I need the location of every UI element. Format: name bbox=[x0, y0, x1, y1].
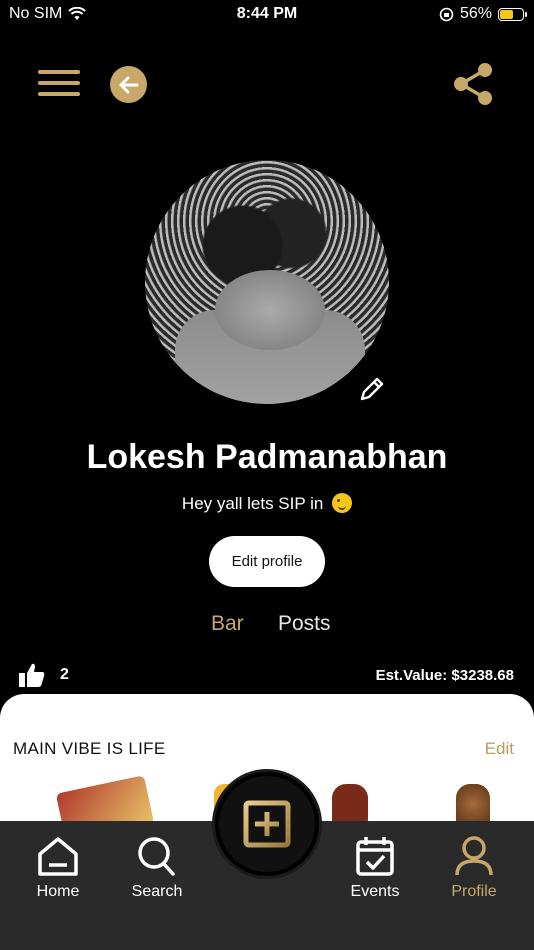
profile-name: Lokesh Padmanabhan bbox=[86, 438, 448, 476]
edit-avatar-pencil-icon[interactable] bbox=[358, 375, 386, 403]
search-icon bbox=[138, 837, 175, 876]
estimated-value: Est.Value: $3238.68 bbox=[375, 667, 514, 684]
menu-button[interactable] bbox=[38, 70, 80, 98]
status-right: 56% bbox=[439, 5, 527, 23]
orientation-lock-icon bbox=[439, 7, 454, 21]
nav-search-label: Search bbox=[131, 883, 183, 900]
battery-icon bbox=[498, 7, 527, 21]
tab-bar[interactable]: Bar bbox=[211, 612, 244, 636]
nav-search[interactable]: Search bbox=[112, 835, 202, 901]
bottle-item[interactable] bbox=[456, 784, 490, 824]
thumbs-up-icon bbox=[19, 663, 45, 687]
collection-edit-link[interactable]: Edit bbox=[485, 739, 514, 759]
arrow-left-icon bbox=[119, 76, 138, 93]
profile-bio-row: Hey yall lets SIP in bbox=[0, 493, 534, 514]
nav-profile-label: Profile bbox=[451, 883, 497, 900]
profile-avatar bbox=[145, 160, 389, 404]
home-icon bbox=[38, 837, 78, 876]
nav-home-label: Home bbox=[36, 883, 80, 900]
nav-events-label: Events bbox=[350, 883, 400, 900]
tab-posts[interactable]: Posts bbox=[278, 612, 331, 636]
nav-profile[interactable]: Profile bbox=[429, 835, 519, 901]
back-button[interactable] bbox=[110, 66, 147, 103]
profile-bio: Hey yall lets SIP in bbox=[181, 494, 324, 513]
plus-square-icon bbox=[243, 800, 291, 848]
likes-count: 2 bbox=[60, 666, 69, 683]
collection-title: MAIN VIBE IS LIFE bbox=[13, 739, 166, 758]
status-bar: No SIM 8:44 PM 56% bbox=[0, 0, 534, 30]
calendar-check-icon bbox=[356, 837, 394, 876]
nav-home[interactable]: Home bbox=[13, 835, 103, 901]
share-button[interactable] bbox=[452, 62, 494, 106]
winking-face-emoji-icon bbox=[332, 493, 353, 513]
add-button[interactable] bbox=[215, 772, 319, 876]
edit-profile-button[interactable]: Edit profile bbox=[209, 536, 325, 587]
battery-percent: 56% bbox=[459, 5, 492, 22]
nav-events[interactable]: Events bbox=[330, 835, 420, 901]
user-icon bbox=[455, 836, 493, 876]
likes-stat[interactable]: 2 bbox=[18, 662, 69, 688]
bottle-item[interactable] bbox=[332, 784, 368, 824]
